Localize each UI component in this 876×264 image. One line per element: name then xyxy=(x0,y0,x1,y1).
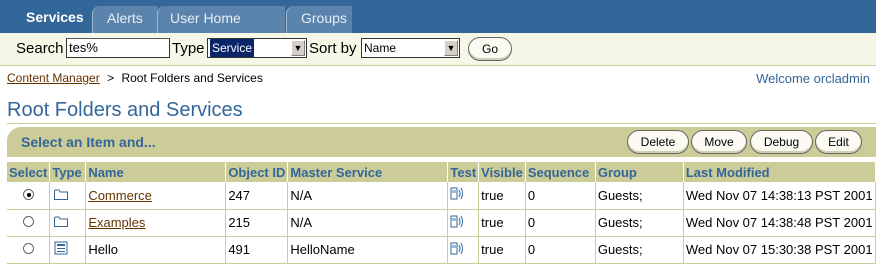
sortby-select-value: Name xyxy=(364,41,397,55)
breadcrumb: Content Manager > Root Folders and Servi… xyxy=(7,71,263,85)
breadcrumb-link-content-manager[interactable]: Content Manager xyxy=(7,71,100,85)
visible-cell: true xyxy=(478,209,526,237)
row-radio-button[interactable] xyxy=(23,216,34,227)
test-service-icon[interactable] xyxy=(450,214,466,229)
page-title: Root Folders and Services xyxy=(7,99,243,121)
name-cell: Examples xyxy=(85,209,227,237)
group-cell: Guests; xyxy=(595,209,684,237)
test-service-icon[interactable] xyxy=(450,241,466,256)
welcome-text: Welcome orcladmin xyxy=(756,71,870,86)
tab-user-home-roots[interactable]: User Home Roots xyxy=(157,6,285,50)
test-service-icon[interactable] xyxy=(450,186,466,201)
master-service-cell: HelloName xyxy=(287,236,449,264)
edit-button[interactable]: Edit xyxy=(815,130,862,154)
delete-button[interactable]: Delete xyxy=(627,130,689,154)
select-cell xyxy=(7,182,51,210)
column-header-select: Select xyxy=(7,162,51,182)
breadcrumb-separator: > xyxy=(107,71,115,85)
type-label: Type xyxy=(172,40,205,57)
table-row: Hello 491 HelloName true 0 Guests; Wed N… xyxy=(7,236,876,264)
table-header-row: Select Type Name Object ID Master Servic… xyxy=(7,162,876,182)
object-id-cell: 215 xyxy=(225,209,289,237)
item-name-link[interactable]: Commerce xyxy=(88,188,152,203)
breadcrumb-current: Root Folders and Services xyxy=(121,71,263,85)
items-table: Select Type Name Object ID Master Servic… xyxy=(7,162,876,264)
tab-label: Services xyxy=(26,9,84,25)
master-service-cell: N/A xyxy=(287,209,449,237)
last-modified-cell: Wed Nov 07 15:30:38 PST 2001 xyxy=(683,236,876,264)
object-id-cell: 247 xyxy=(225,182,289,210)
sequence-cell: 0 xyxy=(525,209,596,237)
visible-cell: true xyxy=(478,182,526,210)
action-bar-label: Select an Item and... xyxy=(21,134,156,150)
select-cell xyxy=(7,209,51,237)
column-header-sequence: Sequence xyxy=(525,162,596,182)
chevron-down-icon[interactable]: ▼ xyxy=(291,40,305,56)
last-modified-cell: Wed Nov 07 14:38:13 PST 2001 xyxy=(683,182,876,210)
test-cell xyxy=(447,182,480,210)
test-cell xyxy=(447,209,480,237)
service-icon xyxy=(54,241,68,255)
tab-groups[interactable]: Groups xyxy=(286,6,352,33)
column-header-group: Group xyxy=(595,162,684,182)
type-cell xyxy=(49,236,87,264)
column-header-type: Type xyxy=(49,162,87,182)
group-cell: Guests; xyxy=(595,236,684,264)
name-cell: Commerce xyxy=(85,182,227,210)
sequence-cell: 0 xyxy=(525,236,596,264)
type-select-value: Service xyxy=(210,39,255,57)
object-id-cell: 491 xyxy=(225,236,289,264)
folder-icon xyxy=(54,189,69,200)
item-name-link[interactable]: Examples xyxy=(88,215,145,230)
column-header-master-service: Master Service xyxy=(287,162,449,182)
search-input[interactable]: tes% xyxy=(66,38,170,58)
table-row: Examples 215 N/A true 0 Guests; Wed Nov … xyxy=(7,209,876,237)
column-header-last-modified: Last Modified xyxy=(683,162,876,182)
column-header-visible: Visible xyxy=(478,162,526,182)
sequence-cell: 0 xyxy=(525,182,596,210)
row-radio-button[interactable] xyxy=(23,188,34,200)
tab-services[interactable]: Services xyxy=(14,4,88,33)
table-row: Commerce 247 N/A true 0 Guests; Wed Nov … xyxy=(7,182,876,210)
tab-label: Groups xyxy=(301,10,347,26)
master-service-cell: N/A xyxy=(287,182,449,210)
column-header-test: Test xyxy=(447,162,480,182)
search-label: Search xyxy=(16,40,64,57)
row-radio-button[interactable] xyxy=(23,243,34,254)
column-header-object-id: Object ID xyxy=(225,162,289,182)
group-cell: Guests; xyxy=(595,182,684,210)
move-button[interactable]: Move xyxy=(691,130,747,154)
last-modified-cell: Wed Nov 07 14:38:48 PST 2001 xyxy=(683,209,876,237)
select-cell xyxy=(7,236,51,264)
test-cell xyxy=(447,236,480,264)
sortby-label: Sort by xyxy=(309,40,357,57)
chevron-down-icon[interactable]: ▼ xyxy=(444,40,458,56)
title-divider xyxy=(7,123,876,124)
visible-cell: true xyxy=(478,236,526,264)
column-header-name: Name xyxy=(85,162,227,182)
name-cell: Hello xyxy=(85,236,227,264)
debug-button[interactable]: Debug xyxy=(750,130,813,154)
sortby-select[interactable]: Name ▼ xyxy=(361,38,460,58)
type-select[interactable]: Service ▼ xyxy=(207,38,307,58)
type-cell xyxy=(49,209,87,237)
type-cell xyxy=(49,182,87,210)
tab-label: Alerts xyxy=(107,10,143,26)
go-button[interactable]: Go xyxy=(468,37,512,61)
tab-alerts[interactable]: Alerts xyxy=(92,6,158,33)
folder-icon xyxy=(54,216,69,227)
